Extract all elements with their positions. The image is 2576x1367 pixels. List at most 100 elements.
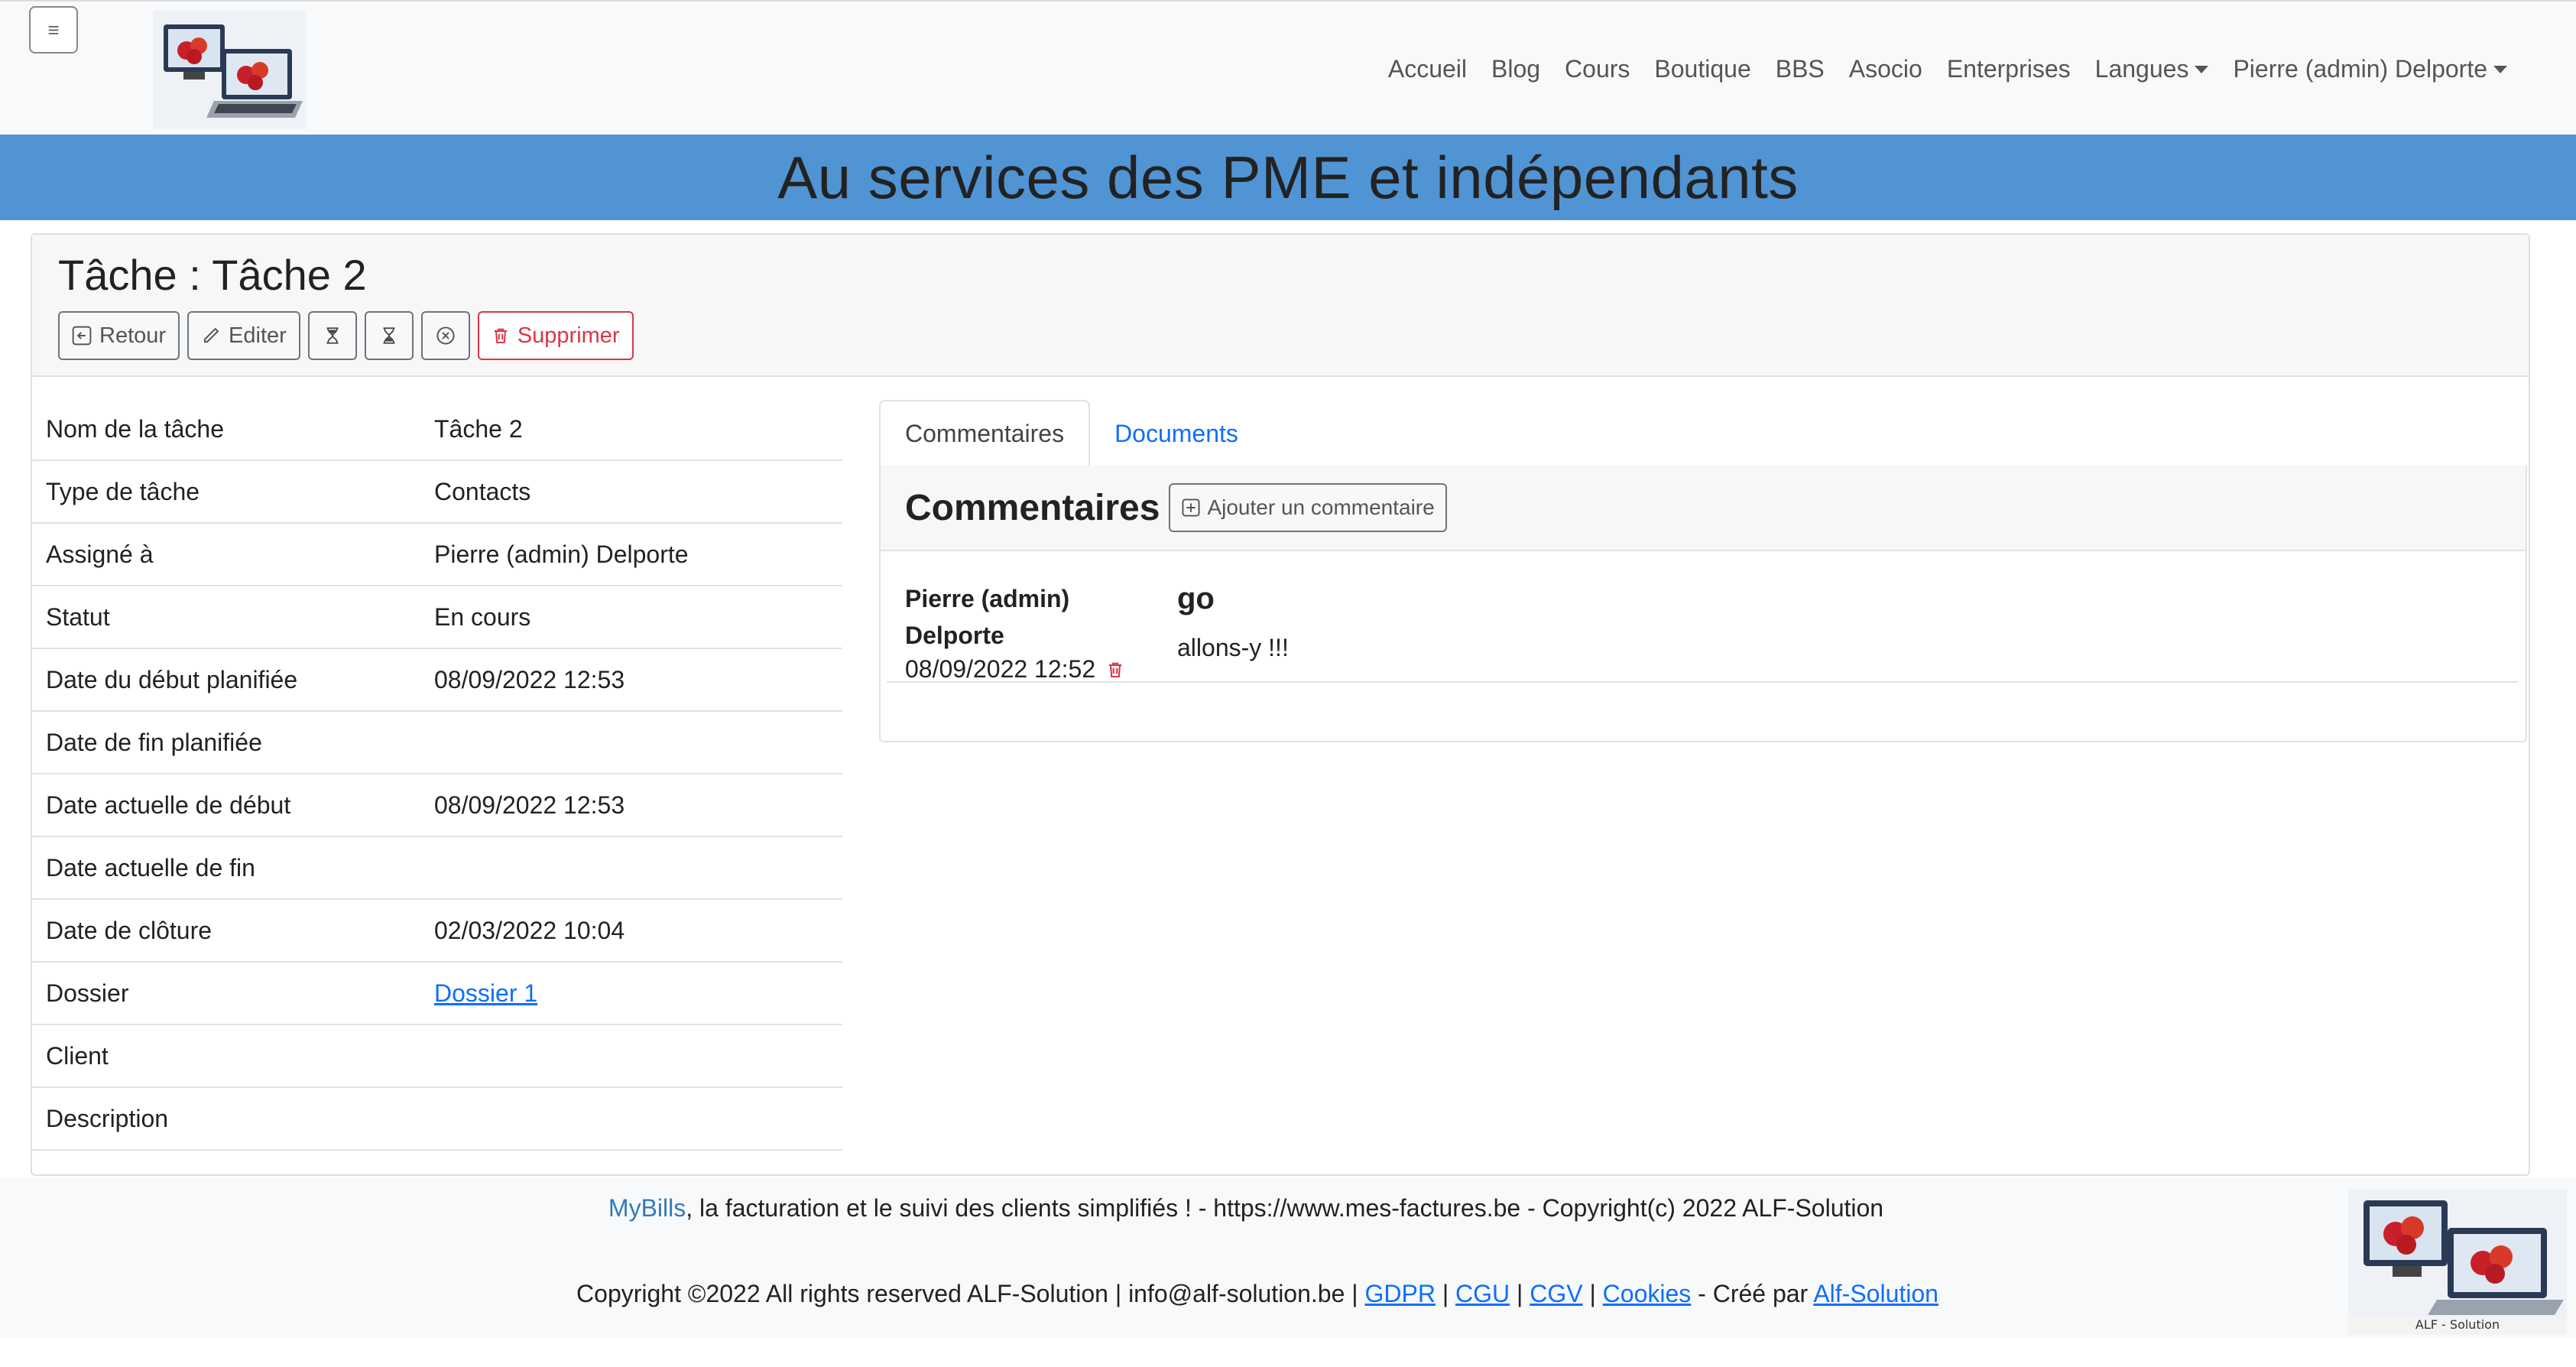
detail-label: Assigné à <box>46 540 154 568</box>
footer-created-by: - Créé par <box>1691 1280 1814 1307</box>
site-logo[interactable] <box>153 11 306 128</box>
caret-down-icon <box>2195 65 2209 73</box>
nav-enterprises[interactable]: Enterprises <box>1935 49 2083 89</box>
page-title: Tâche : Tâche 2 <box>58 251 367 299</box>
comment-date: 08/09/2022 12:52 <box>905 655 1096 683</box>
comment-title: go <box>1177 582 1215 615</box>
stop-timer-button[interactable] <box>364 311 414 360</box>
hourglass-top-icon <box>326 327 339 344</box>
footer-brand[interactable]: MyBills <box>608 1194 686 1222</box>
detail-label: Type de tâche <box>46 477 200 505</box>
delete-button[interactable]: Supprimer <box>477 311 634 360</box>
nav-user-label: Pierre (admin) Delporte <box>2233 55 2487 83</box>
detail-label: Date du début planifiée <box>46 665 298 693</box>
comment-item: Pierre (admin) Delporte 08/09/2022 12:52… <box>887 573 2518 683</box>
detail-value: Contacts <box>434 477 531 505</box>
nav-user-dropdown[interactable]: Pierre (admin) Delporte <box>2221 49 2519 89</box>
computers-logo-icon <box>153 11 306 128</box>
table-row: Date de clôture 02/03/2022 10:04 <box>32 900 842 963</box>
top-navbar: ≡ Accueil Blog Cours Boutique BBS Asocio… <box>0 0 2576 135</box>
plus-square-icon <box>1182 498 1200 517</box>
nav-langues-label: Langues <box>2094 55 2189 83</box>
footer-separator: | <box>1435 1280 1456 1307</box>
table-row: Nom de la tâche Tâche 2 <box>32 398 842 461</box>
tab-bar: Commentaires Documents <box>879 400 2527 467</box>
detail-label: Date actuelle de début <box>46 791 291 819</box>
tab-commentaires[interactable]: Commentaires <box>879 400 1091 467</box>
table-row: Client <box>32 1025 842 1088</box>
comment-date-row: 08/09/2022 12:52 <box>905 655 1124 684</box>
comment-author-line1: Pierre (admin) <box>905 585 1070 612</box>
banner-title: Au services des PME et indépendants <box>777 143 1799 211</box>
comments-heading: Commentaires <box>905 487 1160 528</box>
table-row: Dossier Dossier 1 <box>32 963 842 1025</box>
comment-author-line2: Delporte <box>905 622 1004 649</box>
caret-down-icon <box>2493 65 2507 73</box>
table-row: Date actuelle de fin <box>32 837 842 900</box>
comment-text: allons-y !!! <box>1177 634 1289 661</box>
x-circle-icon <box>436 326 455 345</box>
footer-separator: | <box>1582 1280 1603 1307</box>
hero-banner: Au services des PME et indépendants <box>0 135 2576 220</box>
pencil-icon <box>203 327 219 343</box>
footer-logo-caption: ALF - Solution <box>2415 1317 2500 1332</box>
footer-copyright: Copyright ©2022 All rights reserved ALF-… <box>576 1280 1365 1307</box>
cancel-task-button[interactable] <box>420 311 470 360</box>
table-row: Date actuelle de début 08/09/2022 12:53 <box>32 774 842 837</box>
detail-value: En cours <box>434 602 531 631</box>
cgu-link[interactable]: CGU <box>1455 1280 1510 1307</box>
trash-icon <box>494 328 508 343</box>
computers-logo-icon <box>2348 1190 2567 1317</box>
comments-panel: Commentaires Ajouter un commentaire Pier… <box>879 466 2527 742</box>
dossier-link[interactable]: Dossier 1 <box>434 979 537 1007</box>
cgv-link[interactable]: CGV <box>1530 1280 1582 1307</box>
task-card: Tâche : Tâche 2 Retour Editer Supprimer <box>31 233 2530 1176</box>
detail-label: Client <box>46 1041 109 1070</box>
detail-value: 08/09/2022 12:53 <box>434 665 625 693</box>
hourglass-bottom-icon <box>383 327 395 344</box>
arrow-left-square-icon <box>72 326 92 346</box>
detail-value: 08/09/2022 12:53 <box>434 791 625 819</box>
footer-logo: ALF - Solution <box>2348 1190 2567 1335</box>
nav-asocio[interactable]: Asocio <box>1837 49 1935 89</box>
gdpr-link[interactable]: GDPR <box>1364 1280 1435 1307</box>
table-row: Statut En cours <box>32 586 842 649</box>
detail-label: Nom de la tâche <box>46 414 225 443</box>
edit-label: Editer <box>229 323 287 348</box>
menu-toggle-button[interactable]: ≡ <box>29 6 78 54</box>
detail-label: Dossier <box>46 979 129 1007</box>
start-timer-button[interactable] <box>307 311 357 360</box>
nav-langues-dropdown[interactable]: Langues <box>2083 49 2221 89</box>
detail-value: Pierre (admin) Delporte <box>434 540 689 568</box>
nav-accueil[interactable]: Accueil <box>1376 49 1479 89</box>
author-link[interactable]: Alf-Solution <box>1813 1280 1938 1307</box>
task-toolbar: Retour Editer Supprimer <box>58 311 634 360</box>
footer-line-2: Copyright ©2022 All rights reserved ALF-… <box>0 1280 2576 1308</box>
footer: MyBills, la facturation et le suivi des … <box>0 1177 2576 1338</box>
back-button[interactable]: Retour <box>58 311 180 360</box>
detail-label: Statut <box>46 602 110 631</box>
tab-documents[interactable]: Documents <box>1090 400 1263 467</box>
footer-tagline: , la facturation et le suivi des clients… <box>686 1194 1884 1222</box>
cookies-link[interactable]: Cookies <box>1603 1280 1692 1307</box>
nav-bbs[interactable]: BBS <box>1763 49 1837 89</box>
back-label: Retour <box>99 323 167 348</box>
task-details-table: Nom de la tâche Tâche 2 Type de tâche Cont… <box>32 398 842 1151</box>
comment-author: Pierre (admin) Delporte <box>905 580 1134 654</box>
trash-icon[interactable] <box>1106 659 1124 680</box>
nav-cours[interactable]: Cours <box>1552 49 1642 89</box>
nav-blog[interactable]: Blog <box>1479 49 1552 89</box>
detail-label: Date de clôture <box>46 916 213 944</box>
add-comment-label: Ajouter un commentaire <box>1207 495 1435 519</box>
hamburger-icon: ≡ <box>47 18 60 41</box>
edit-button[interactable]: Editer <box>187 311 300 360</box>
detail-value: 02/03/2022 10:04 <box>434 916 625 944</box>
detail-label: Description <box>46 1104 169 1132</box>
detail-label: Date actuelle de fin <box>46 853 255 882</box>
table-row: Date du début planifiée 08/09/2022 12:53 <box>32 649 842 712</box>
add-comment-button[interactable]: Ajouter un commentaire <box>1169 483 1447 532</box>
nav-boutique[interactable]: Boutique <box>1642 49 1763 89</box>
detail-value: Tâche 2 <box>434 414 523 443</box>
detail-label: Date de fin planifiée <box>46 728 262 756</box>
table-row: Date de fin planifiée <box>32 712 842 774</box>
